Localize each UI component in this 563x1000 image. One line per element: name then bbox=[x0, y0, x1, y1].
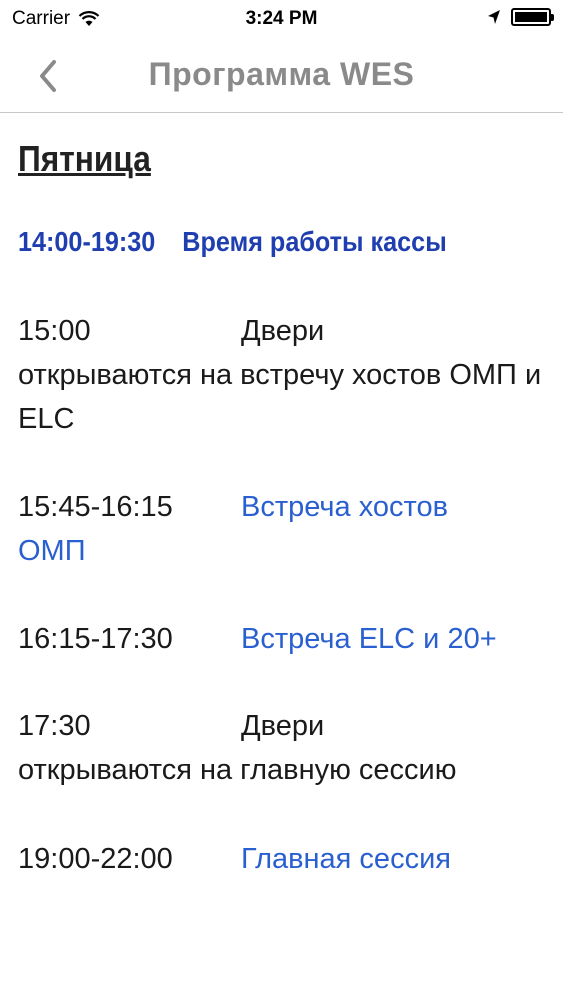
entry-link[interactable]: Главная сессия bbox=[241, 843, 451, 875]
entry-time: 15:45-16:15 bbox=[18, 491, 173, 523]
entry-time: 15:00 bbox=[18, 315, 91, 347]
entry-text-continued: открываются на встречу хостов ОМП и ELC bbox=[18, 359, 542, 435]
schedule-entry: 15:00 Двери открываются на встречу хостов… bbox=[18, 309, 548, 441]
entry-link-continued[interactable]: ОМП bbox=[18, 535, 86, 567]
status-right bbox=[487, 8, 554, 26]
entry-time: 19:00-22:00 bbox=[18, 843, 173, 875]
schedule-entry: 17:30 Двери открываются на главную сессию bbox=[18, 704, 548, 792]
page-title: Программа WES bbox=[148, 56, 415, 92]
entry-link[interactable]: Встреча хостов bbox=[241, 491, 448, 523]
entry-time: 17:30 bbox=[18, 710, 91, 742]
entry-text-continued: открываются на главную сессию bbox=[18, 754, 457, 786]
entry-text: Двери bbox=[241, 710, 325, 742]
schedule-entry: 16:15-17:30 Встреча ELC и 20+ bbox=[18, 617, 548, 661]
highlight-description: Время работы кассы bbox=[182, 226, 447, 257]
highlight-time: 14:00-19:30 bbox=[18, 226, 156, 257]
entry-link[interactable]: Встреча ELC и 20+ bbox=[241, 623, 497, 655]
status-bar: Carrier 3:24 PM bbox=[0, 0, 563, 38]
schedule-entry: 19:00-22:00 Главная сессия bbox=[18, 837, 548, 881]
battery-icon bbox=[511, 8, 554, 26]
location-arrow-icon bbox=[488, 10, 500, 24]
entry-text: Двери bbox=[241, 315, 325, 347]
schedule-entry: 15:45-16:15 Встреча хостов ОМП bbox=[18, 485, 548, 573]
status-time: 3:24 PM bbox=[245, 8, 318, 29]
entry-time: 16:15-17:30 bbox=[18, 623, 173, 655]
day-heading: Пятница bbox=[18, 138, 151, 179]
highlight-entry: 14:00-19:30 Время работы кассы bbox=[18, 226, 447, 258]
navigation-bar: Программа WES bbox=[0, 38, 563, 113]
